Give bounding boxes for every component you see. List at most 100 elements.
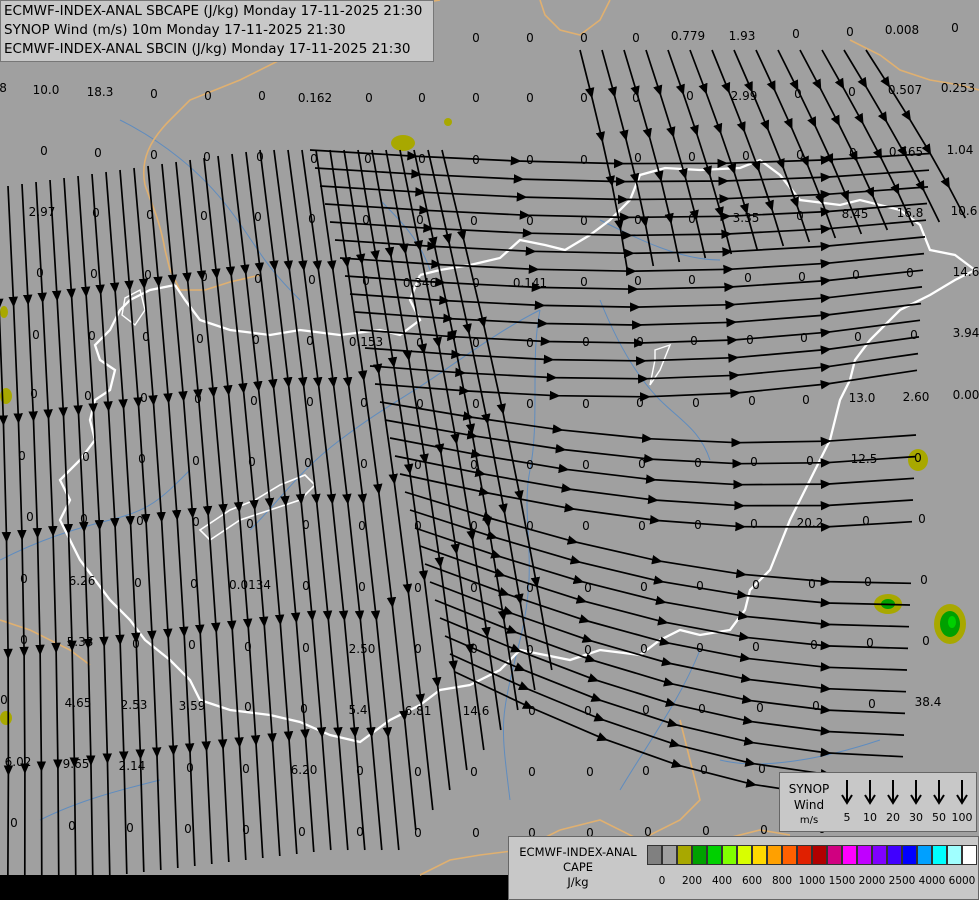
streamline (384, 419, 916, 469)
cape-value-label: 0 (365, 91, 373, 105)
cape-value-label: 13.0 (849, 391, 876, 405)
cape-value-label: 0 (200, 209, 208, 223)
cape-value-label: 0.565 (889, 145, 923, 159)
cape-value-label: 0.00 (953, 388, 979, 402)
cape-scale-ticks: 0 200 400 600 800 1000 1500 2000 2500 4000 6000 (647, 875, 977, 891)
cape-value-label: 0 (580, 31, 588, 45)
streamline (623, 49, 681, 263)
cape-value-label: 0 (472, 397, 480, 411)
cape-value-label: 14.6 (463, 704, 490, 718)
wind-legend-speed: 100 (951, 811, 973, 824)
wind-arrow-icon (864, 780, 876, 805)
cape-value-label: 0 (360, 396, 368, 410)
cape-value-label: 0 (922, 634, 930, 648)
cape-color-swatch (842, 845, 857, 865)
cape-value-label: 0 (126, 821, 134, 835)
cape-color-swatch (647, 845, 662, 865)
cape-value-label: 0 (36, 266, 44, 280)
cape-value-label: 0.0134 (229, 578, 271, 592)
cape-value-label: 0 (750, 455, 758, 469)
streamline (449, 653, 903, 780)
weather-map[interactable]: 0 0 0 0 0 0.779 1.93 0 0 0.008 0 8 10.0 18.3 0 0 0 0.162 0… (0, 0, 979, 900)
cape-value-label: 0 (812, 699, 820, 713)
cape-value-label: 2.97 (29, 205, 56, 219)
cape-value-label: 0 (472, 276, 480, 290)
cape-color-swatch (902, 845, 917, 865)
cape-value-label: 0 (802, 393, 810, 407)
cape-value-label: 0 (82, 450, 90, 464)
cape-value-label: 0 (184, 822, 192, 836)
cape-value-label: 0 (798, 270, 806, 284)
cape-value-label: 0 (582, 519, 590, 533)
cape-value-label: 0 (304, 456, 312, 470)
cape-value-label: 0 (470, 581, 478, 595)
cape-value-label: 0 (470, 765, 478, 779)
cape-value-label: 0 (254, 210, 262, 224)
cape-value-label: 0 (188, 638, 196, 652)
cape-scale-tick: 200 (681, 875, 703, 887)
cape-value-label: 0 (416, 336, 424, 350)
cape-value-label: 0 (472, 91, 480, 105)
cape-value-label: 0 (472, 336, 480, 350)
cape-value-label: 0 (186, 761, 194, 775)
cape-value-label: 0 (32, 328, 40, 342)
cape-value-label: 0 (806, 454, 814, 468)
cape-value-label: 2.50 (349, 642, 376, 656)
wind-legend-item: 100 (951, 779, 973, 824)
cape-color-swatch (797, 845, 812, 865)
cape-value-label: 6.26 (69, 574, 96, 588)
cape-value-label: 0 (580, 153, 588, 167)
cape-scale-tick: 600 (741, 875, 763, 887)
wind-arrow-icon (910, 780, 922, 805)
cape-value-label: 6.81 (405, 704, 432, 718)
wind-legend-speed: 10 (863, 811, 877, 824)
cape-value-label: 0.507 (888, 83, 922, 97)
cape-color-swatch (932, 845, 947, 865)
cape-value-label: 0 (254, 272, 262, 286)
cape-value-label: 0 (472, 31, 480, 45)
cape-value-label: 0 (244, 640, 252, 654)
header-line-sbcape: ECMWF-INDEX-ANAL SBCAPE (J/kg) Monday 17… (4, 3, 423, 19)
cape-value-label: 0 (580, 214, 588, 228)
cape-value-label: 0 (636, 396, 644, 410)
wind-legend-speed: 50 (932, 811, 946, 824)
cape-value-label: 0 (852, 268, 860, 282)
cape-value-label: 0 (203, 150, 211, 164)
cape-value-label: 0 (196, 332, 204, 346)
cape-value-label: 0 (470, 214, 478, 228)
cape-value-label: 0 (200, 270, 208, 284)
cape-color-swatch (662, 845, 677, 865)
cape-value-label: 0 (810, 638, 818, 652)
cape-color-swatch (872, 845, 887, 865)
cape-value-label: 0 (298, 825, 306, 839)
cape-value-label: 0 (800, 331, 808, 345)
cape-value-label: 38.4 (915, 695, 942, 709)
streamline (329, 149, 417, 831)
cape-value-label: 0 (688, 273, 696, 287)
cape-value-label: 0 (752, 640, 760, 654)
cape-color-swatch (767, 845, 782, 865)
cape-value-label: 0 (746, 333, 754, 347)
cape-value-label: 0 (848, 85, 856, 99)
streamline (0, 298, 14, 889)
cape-value-label: 0 (526, 581, 534, 595)
cape-value-label: 0 (248, 455, 256, 469)
cape-value-label: 0 (244, 700, 252, 714)
cape-value-label: 3.35 (733, 211, 760, 225)
cape-value-label: 0 (88, 329, 96, 343)
cape-value-label: 0 (418, 91, 426, 105)
cape-value-label: 0 (360, 457, 368, 471)
cape-scale-tick: 1500 (828, 875, 856, 887)
cape-legend-param: CAPE (562, 860, 594, 874)
cape-value-label: 0 (470, 519, 478, 533)
streamline (7, 185, 30, 887)
cape-value-label: 0 (694, 518, 702, 532)
wind-arrow-icon (887, 780, 899, 805)
cape-value-label: 0 (634, 213, 642, 227)
cape-value-label: 12.5 (851, 452, 878, 466)
wind-legend-title: SYNOP Wind m/s (784, 781, 834, 829)
cape-value-label: 0 (744, 271, 752, 285)
cape-color-swatch (737, 845, 752, 865)
cape-areas (0, 118, 966, 725)
cape-value-label: 0 (10, 816, 18, 830)
